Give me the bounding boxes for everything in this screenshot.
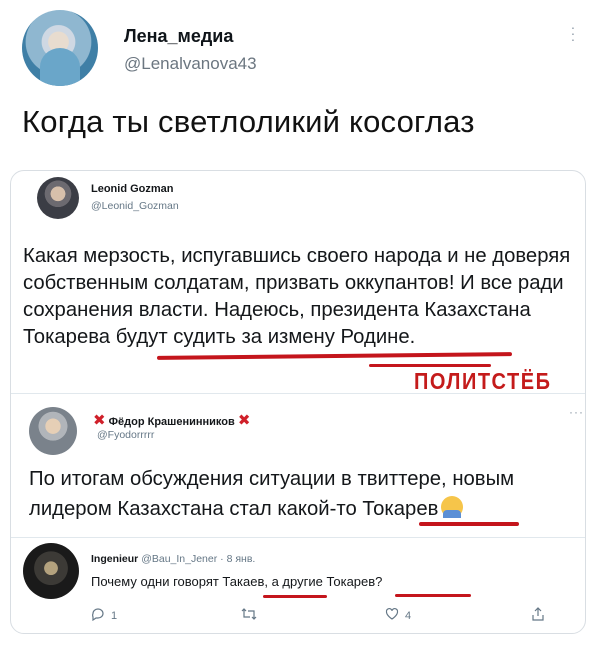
- red-x-icon: ✖: [93, 412, 106, 429]
- shrug-emoji-icon: [441, 496, 464, 518]
- heart-icon: [385, 607, 399, 625]
- retweet-action: [241, 607, 263, 625]
- reply2-text: Почему одни говорят Такаев, а другие Ток…: [91, 574, 383, 589]
- divider: [11, 393, 585, 394]
- share-action: [531, 607, 545, 625]
- red-underline: [369, 364, 491, 367]
- more-vertical-icon[interactable]: · · ·: [568, 20, 578, 46]
- reply-text: По итогам обсуждения ситуации в твиттере…: [29, 464, 584, 524]
- reply2-date: 8 янв.: [226, 553, 256, 565]
- reply2-author-handle: @Bau_In_Jener: [141, 553, 218, 565]
- red-underline: [395, 594, 471, 597]
- quoted-tweet-author-handle: @Leonid_Gozman: [91, 200, 179, 212]
- reply-author-name: ✖ Фёдор Крашенинников ✖: [93, 411, 250, 429]
- reply2-meta: Ingenieur @Bau_In_Jener · 8 янв.: [91, 553, 255, 565]
- reply-icon: [91, 607, 105, 625]
- like-action: 4: [385, 607, 411, 625]
- share-icon: [531, 607, 545, 625]
- red-underline: [419, 522, 519, 526]
- divider: [11, 537, 585, 538]
- embedded-screenshot-card: Leonid Gozman @Leonid_Gozman Какая мерзо…: [10, 170, 586, 634]
- red-underline: [263, 595, 327, 598]
- reply2-author-name: Ingenieur: [91, 553, 139, 565]
- tweet-header: Лена_медиа @Lenalvanova43 · · ·: [22, 10, 582, 86]
- quoted-tweet-author-name: Leonid Gozman: [91, 183, 174, 195]
- reply-count: 1: [111, 610, 118, 622]
- author-name[interactable]: Лена_медиа: [124, 26, 233, 47]
- reply2-avatar: [23, 543, 79, 599]
- retweet-icon: [241, 607, 257, 625]
- avatar[interactable]: [22, 10, 98, 86]
- quoted-tweet-text: Какая мерзость, испугавшись своего народ…: [23, 245, 571, 348]
- separator-dot: ·: [220, 553, 224, 565]
- like-count: 4: [405, 610, 412, 622]
- reply-action: 1: [91, 607, 117, 625]
- author-handle[interactable]: @Lenalvanova43: [124, 54, 257, 74]
- tweet-text: Когда ты светлоликий косоглаз: [22, 104, 475, 139]
- red-x-icon: ✖: [237, 412, 251, 429]
- red-underline: [156, 352, 513, 360]
- reply-author-handle: @Fyodorrrrr: [97, 429, 155, 441]
- more-horizontal-icon: ···: [569, 405, 584, 419]
- reply-author-name-text: Фёдор Крашенинников: [108, 416, 235, 428]
- quoted-tweet-avatar: [37, 177, 79, 219]
- reply-avatar: [29, 407, 77, 455]
- watermark-text: ПОЛИТСТЁБ: [414, 369, 552, 395]
- tweet-actions: 1 4: [91, 607, 561, 627]
